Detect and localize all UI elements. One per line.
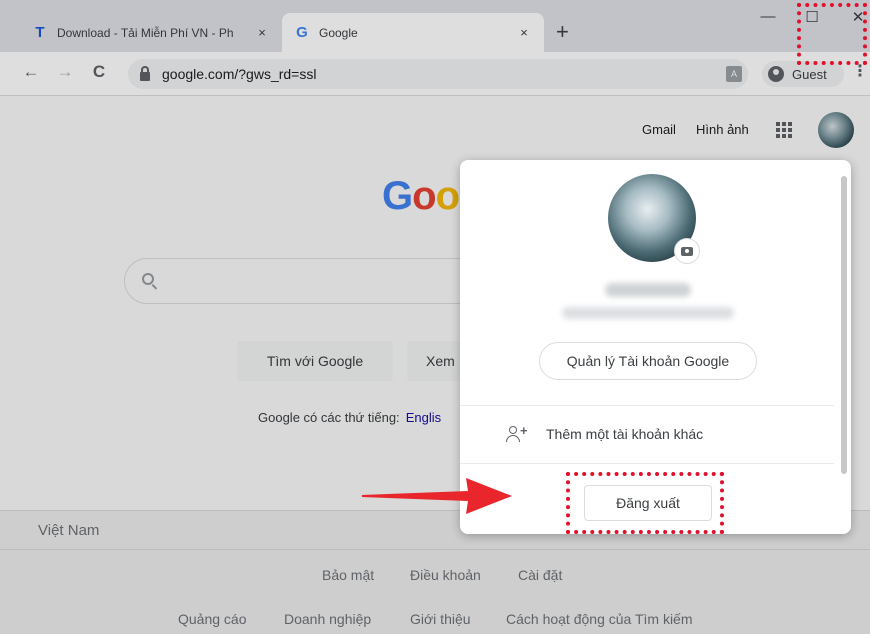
pointer-arrow-icon	[362, 478, 512, 514]
avatar-highlight-box	[797, 3, 867, 65]
logout-highlight-box	[566, 472, 724, 534]
account-email-blurred	[562, 307, 734, 319]
dim-overlay-top	[0, 0, 870, 96]
camera-icon[interactable]	[674, 238, 700, 264]
divider	[460, 463, 834, 464]
manage-account-button[interactable]: Quản lý Tài khoản Google	[539, 342, 757, 380]
add-account-label: Thêm một tài khoản khác	[546, 426, 704, 442]
popup-scrollbar[interactable]	[841, 176, 847, 474]
account-name-blurred	[605, 283, 691, 297]
add-person-icon: +	[506, 424, 528, 442]
add-account-item[interactable]: + Thêm một tài khoản khác	[460, 406, 834, 462]
